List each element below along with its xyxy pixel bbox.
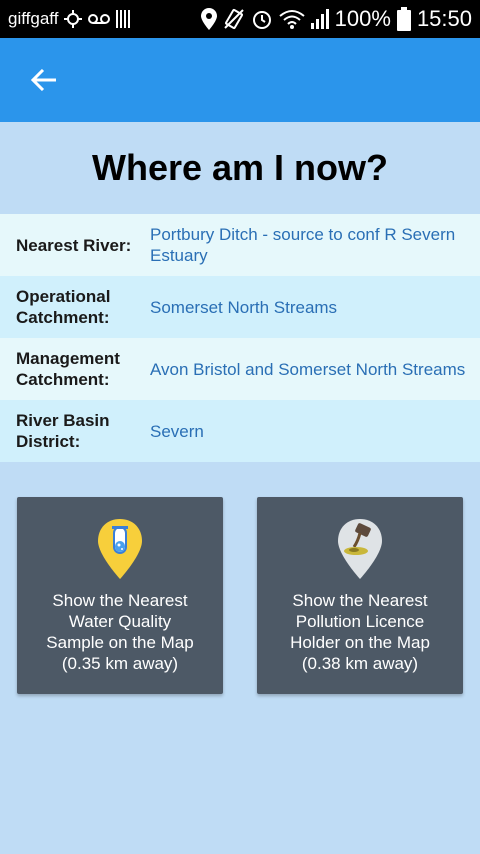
river-basin-district-row: River Basin District: Severn: [0, 400, 480, 462]
battery-level: 100%: [334, 6, 391, 31]
water-sample-pin-icon: [98, 519, 142, 579]
voicemail-icon: [88, 13, 111, 25]
page-title: Where am I now?: [91, 147, 389, 188]
card-label-line: Sample on the Map: [46, 633, 194, 652]
signal-icon: [310, 9, 329, 29]
info-value: Avon Bristol and Somerset North Streams: [150, 359, 466, 379]
card-label-line: Holder on the Map: [290, 633, 430, 652]
info-label: Operational Catchment:: [16, 287, 111, 327]
wifi-icon: [279, 9, 305, 29]
card-label-line: Show the Nearest: [52, 591, 188, 610]
card-label-line: Water Quality: [68, 612, 172, 631]
pollution-pin-icon: [338, 519, 382, 579]
operational-catchment-row: Operational Catchment: Somerset North St…: [0, 276, 480, 338]
barcode-icon: [116, 10, 131, 28]
arrow-left-icon: [31, 69, 56, 91]
nearest-pollution-licence-button[interactable]: Show the Nearest Pollution Licence Holde…: [257, 497, 463, 694]
distance-label: (0.35 km away): [61, 654, 179, 673]
info-label: Nearest River:: [16, 235, 132, 255]
info-value: Portbury Ditch - source to conf R Severn…: [150, 225, 456, 265]
distance-label: (0.38 km away): [301, 654, 419, 673]
status-bar: giffgaff 100% 15:50: [0, 0, 480, 38]
info-value: Severn: [150, 421, 204, 441]
nearest-river-row: Nearest River: Portbury Ditch - source t…: [0, 214, 480, 276]
back-button[interactable]: [26, 62, 62, 98]
app-bar: [0, 38, 480, 122]
card-label-line: Show the Nearest: [292, 591, 428, 610]
card-label-line: Pollution Licence: [295, 612, 425, 631]
alarm-icon: [251, 8, 273, 30]
card-label: Show the Nearest Water Quality Sample on…: [25, 590, 215, 674]
clock: 15:50: [416, 6, 472, 31]
info-label: Management Catchment:: [16, 349, 120, 389]
info-label: River Basin District:: [16, 411, 110, 451]
info-value: Somerset North Streams: [150, 297, 338, 317]
card-label: Show the Nearest Pollution Licence Holde…: [265, 590, 455, 674]
title-area: Where am I now?: [0, 122, 480, 214]
gps-icon: [64, 10, 83, 28]
location-info-table: Nearest River: Portbury Ditch - source t…: [0, 214, 480, 462]
carrier-name: giffgaff: [8, 9, 59, 28]
battery-icon: [396, 7, 411, 31]
nearest-water-sample-button[interactable]: Show the Nearest Water Quality Sample on…: [17, 497, 223, 694]
management-catchment-row: Management Catchment: Avon Bristol and S…: [0, 338, 480, 400]
location-icon: [200, 8, 217, 30]
vibrate-icon: [223, 8, 245, 30]
